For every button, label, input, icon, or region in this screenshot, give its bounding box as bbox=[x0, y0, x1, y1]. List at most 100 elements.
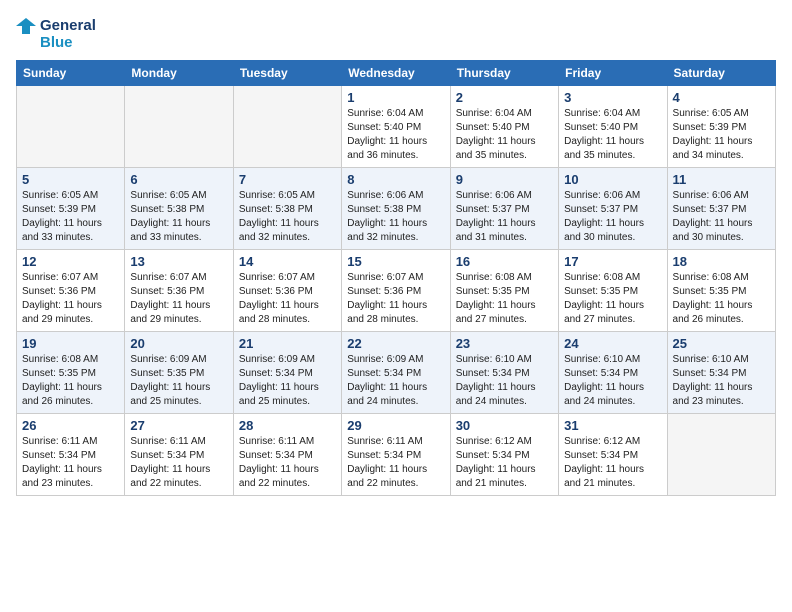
day-info: Sunrise: 6:07 AM Sunset: 5:36 PM Dayligh… bbox=[22, 271, 119, 327]
logo-line1: General bbox=[40, 17, 96, 34]
calendar-week-row: 1Sunrise: 6:04 AM Sunset: 5:40 PM Daylig… bbox=[17, 86, 776, 168]
day-info: Sunrise: 6:04 AM Sunset: 5:40 PM Dayligh… bbox=[347, 107, 444, 163]
day-number: 30 bbox=[456, 418, 553, 433]
calendar-table: SundayMondayTuesdayWednesdayThursdayFrid… bbox=[16, 60, 776, 496]
day-info: Sunrise: 6:12 AM Sunset: 5:34 PM Dayligh… bbox=[456, 435, 553, 491]
day-number: 14 bbox=[239, 254, 336, 269]
calendar-day-cell: 5 Sunrise: 6:05 AM Sunset: 5:39 PM Daylig… bbox=[17, 168, 125, 250]
day-number: 17 bbox=[564, 254, 661, 269]
day-number: 28 bbox=[239, 418, 336, 433]
day-info: Sunrise: 6:11 AM Sunset: 5:34 PM Dayligh… bbox=[22, 435, 119, 491]
calendar-day-cell: 20 Sunrise: 6:09 AM Sunset: 5:35 PM Dayli… bbox=[125, 332, 233, 414]
day-info: Sunrise: 6:10 AM Sunset: 5:34 PM Dayligh… bbox=[673, 353, 770, 409]
day-info: Sunrise: 6:06 AM Sunset: 5:37 PM Dayligh… bbox=[456, 189, 553, 245]
day-number: 7 bbox=[239, 172, 336, 187]
day-info: Sunrise: 6:11 AM Sunset: 5:34 PM Dayligh… bbox=[239, 435, 336, 491]
weekday-header: Saturday bbox=[667, 61, 775, 86]
day-info: Sunrise: 6:10 AM Sunset: 5:34 PM Dayligh… bbox=[456, 353, 553, 409]
calendar-day-cell: 6 Sunrise: 6:05 AM Sunset: 5:38 PM Daylig… bbox=[125, 168, 233, 250]
day-number: 3 bbox=[564, 90, 661, 105]
day-number: 26 bbox=[22, 418, 119, 433]
day-info: Sunrise: 6:04 AM Sunset: 5:40 PM Dayligh… bbox=[564, 107, 661, 163]
calendar-day-cell: 18 Sunrise: 6:08 AM Sunset: 5:35 PM Dayli… bbox=[667, 250, 775, 332]
calendar-day-cell: 22 Sunrise: 6:09 AM Sunset: 5:34 PM Dayli… bbox=[342, 332, 450, 414]
calendar-day-cell: 27Sunrise: 6:11 AM Sunset: 5:34 PM Dayli… bbox=[125, 414, 233, 496]
calendar-day-cell bbox=[233, 86, 341, 168]
weekday-header: Friday bbox=[559, 61, 667, 86]
day-info: Sunrise: 6:06 AM Sunset: 5:38 PM Dayligh… bbox=[347, 189, 444, 245]
day-info: Sunrise: 6:08 AM Sunset: 5:35 PM Dayligh… bbox=[673, 271, 770, 327]
day-number: 13 bbox=[130, 254, 227, 269]
day-info: Sunrise: 6:09 AM Sunset: 5:34 PM Dayligh… bbox=[239, 353, 336, 409]
day-info: Sunrise: 6:11 AM Sunset: 5:34 PM Dayligh… bbox=[347, 435, 444, 491]
day-number: 2 bbox=[456, 90, 553, 105]
calendar-day-cell: 19Sunrise: 6:08 AM Sunset: 5:35 PM Dayli… bbox=[17, 332, 125, 414]
day-number: 18 bbox=[673, 254, 770, 269]
calendar-day-cell: 15 Sunrise: 6:07 AM Sunset: 5:36 PM Dayli… bbox=[342, 250, 450, 332]
calendar-day-cell: 11 Sunrise: 6:06 AM Sunset: 5:37 PM Dayli… bbox=[667, 168, 775, 250]
calendar-day-cell: 14 Sunrise: 6:07 AM Sunset: 5:36 PM Dayli… bbox=[233, 250, 341, 332]
day-number: 20 bbox=[130, 336, 227, 351]
day-info: Sunrise: 6:05 AM Sunset: 5:38 PM Dayligh… bbox=[239, 189, 336, 245]
calendar-day-cell: 24Sunrise: 6:10 AM Sunset: 5:34 PM Dayli… bbox=[559, 332, 667, 414]
calendar-day-cell: 29Sunrise: 6:11 AM Sunset: 5:34 PM Dayli… bbox=[342, 414, 450, 496]
logo: General Blue bbox=[16, 16, 96, 52]
calendar-day-cell: 10 Sunrise: 6:06 AM Sunset: 5:37 PM Dayli… bbox=[559, 168, 667, 250]
calendar-day-cell: 9 Sunrise: 6:06 AM Sunset: 5:37 PM Daylig… bbox=[450, 168, 558, 250]
day-info: Sunrise: 6:04 AM Sunset: 5:40 PM Dayligh… bbox=[456, 107, 553, 163]
logo-line2: Blue bbox=[40, 34, 96, 51]
day-number: 16 bbox=[456, 254, 553, 269]
calendar-day-cell: 2 Sunrise: 6:04 AM Sunset: 5:40 PM Daylig… bbox=[450, 86, 558, 168]
day-number: 8 bbox=[347, 172, 444, 187]
calendar-week-row: 19Sunrise: 6:08 AM Sunset: 5:35 PM Dayli… bbox=[17, 332, 776, 414]
day-number: 4 bbox=[673, 90, 770, 105]
day-number: 12 bbox=[22, 254, 119, 269]
calendar-day-cell: 12 Sunrise: 6:07 AM Sunset: 5:36 PM Dayli… bbox=[17, 250, 125, 332]
day-info: Sunrise: 6:05 AM Sunset: 5:39 PM Dayligh… bbox=[673, 107, 770, 163]
calendar-day-cell: 7 Sunrise: 6:05 AM Sunset: 5:38 PM Daylig… bbox=[233, 168, 341, 250]
day-number: 25 bbox=[673, 336, 770, 351]
weekday-header: Monday bbox=[125, 61, 233, 86]
calendar-day-cell: 26 Sunrise: 6:11 AM Sunset: 5:34 PM Dayli… bbox=[17, 414, 125, 496]
calendar-day-cell: 3 Sunrise: 6:04 AM Sunset: 5:40 PM Daylig… bbox=[559, 86, 667, 168]
day-info: Sunrise: 6:05 AM Sunset: 5:38 PM Dayligh… bbox=[130, 189, 227, 245]
day-info: Sunrise: 6:09 AM Sunset: 5:35 PM Dayligh… bbox=[130, 353, 227, 409]
day-info: Sunrise: 6:06 AM Sunset: 5:37 PM Dayligh… bbox=[564, 189, 661, 245]
day-number: 22 bbox=[347, 336, 444, 351]
calendar-day-cell bbox=[125, 86, 233, 168]
calendar-day-cell: 17Sunrise: 6:08 AM Sunset: 5:35 PM Dayli… bbox=[559, 250, 667, 332]
day-info: Sunrise: 6:07 AM Sunset: 5:36 PM Dayligh… bbox=[130, 271, 227, 327]
weekday-header: Wednesday bbox=[342, 61, 450, 86]
day-info: Sunrise: 6:05 AM Sunset: 5:39 PM Dayligh… bbox=[22, 189, 119, 245]
day-number: 5 bbox=[22, 172, 119, 187]
calendar-header-row: SundayMondayTuesdayWednesdayThursdayFrid… bbox=[17, 61, 776, 86]
day-number: 31 bbox=[564, 418, 661, 433]
day-number: 27 bbox=[130, 418, 227, 433]
page-header: General Blue bbox=[16, 16, 776, 52]
weekday-header: Thursday bbox=[450, 61, 558, 86]
day-info: Sunrise: 6:10 AM Sunset: 5:34 PM Dayligh… bbox=[564, 353, 661, 409]
day-number: 11 bbox=[673, 172, 770, 187]
calendar-week-row: 12 Sunrise: 6:07 AM Sunset: 5:36 PM Dayli… bbox=[17, 250, 776, 332]
calendar-day-cell: 31Sunrise: 6:12 AM Sunset: 5:34 PM Dayli… bbox=[559, 414, 667, 496]
calendar-day-cell: 28 Sunrise: 6:11 AM Sunset: 5:34 PM Dayli… bbox=[233, 414, 341, 496]
day-number: 9 bbox=[456, 172, 553, 187]
day-number: 10 bbox=[564, 172, 661, 187]
calendar-day-cell bbox=[17, 86, 125, 168]
calendar-day-cell: 23Sunrise: 6:10 AM Sunset: 5:34 PM Dayli… bbox=[450, 332, 558, 414]
day-info: Sunrise: 6:06 AM Sunset: 5:37 PM Dayligh… bbox=[673, 189, 770, 245]
weekday-header: Tuesday bbox=[233, 61, 341, 86]
calendar-week-row: 26 Sunrise: 6:11 AM Sunset: 5:34 PM Dayli… bbox=[17, 414, 776, 496]
calendar-day-cell: 30 Sunrise: 6:12 AM Sunset: 5:34 PM Dayli… bbox=[450, 414, 558, 496]
day-info: Sunrise: 6:09 AM Sunset: 5:34 PM Dayligh… bbox=[347, 353, 444, 409]
day-info: Sunrise: 6:08 AM Sunset: 5:35 PM Dayligh… bbox=[22, 353, 119, 409]
calendar-day-cell: 25 Sunrise: 6:10 AM Sunset: 5:34 PM Dayli… bbox=[667, 332, 775, 414]
day-number: 6 bbox=[130, 172, 227, 187]
logo-icon bbox=[16, 16, 36, 52]
day-info: Sunrise: 6:07 AM Sunset: 5:36 PM Dayligh… bbox=[239, 271, 336, 327]
day-number: 15 bbox=[347, 254, 444, 269]
calendar-day-cell: 1Sunrise: 6:04 AM Sunset: 5:40 PM Daylig… bbox=[342, 86, 450, 168]
day-info: Sunrise: 6:07 AM Sunset: 5:36 PM Dayligh… bbox=[347, 271, 444, 327]
day-info: Sunrise: 6:08 AM Sunset: 5:35 PM Dayligh… bbox=[456, 271, 553, 327]
calendar-day-cell bbox=[667, 414, 775, 496]
